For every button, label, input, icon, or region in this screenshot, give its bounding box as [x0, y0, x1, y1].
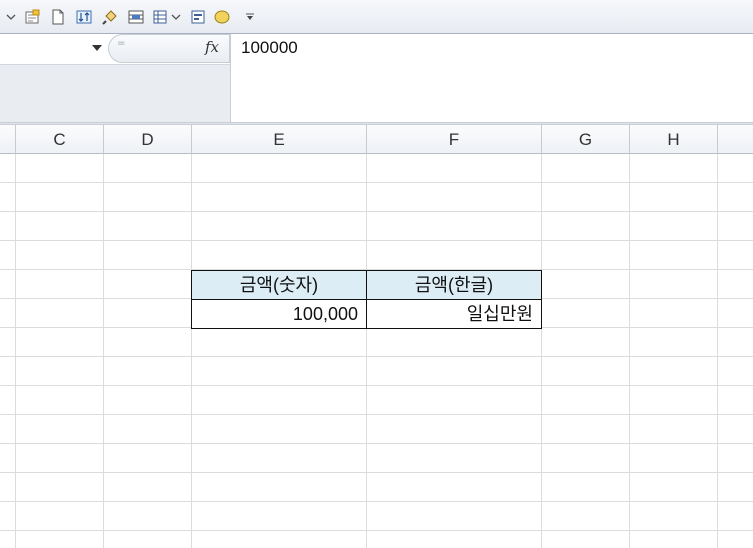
column-header-f[interactable]: F [367, 125, 542, 154]
sort-icon[interactable] [76, 9, 92, 25]
column-header-c[interactable]: C [16, 125, 104, 154]
column-header-i[interactable] [718, 125, 753, 154]
value-korean: 일십만원 [466, 304, 533, 324]
formula-input[interactable]: 100000 [230, 34, 753, 122]
format-painter-icon[interactable] [102, 9, 118, 25]
new-comment-icon[interactable] [24, 9, 40, 25]
table-dropdown-icon[interactable] [153, 9, 169, 25]
quick-access-toolbar [0, 0, 753, 34]
column-header-e[interactable]: E [192, 125, 367, 154]
cell-f-header[interactable]: 금액(한글) [366, 270, 542, 300]
header-amount-numeric: 금액(숫자) [239, 275, 319, 295]
merge-icon[interactable] [128, 9, 144, 25]
cell-f-value[interactable]: 일십만원 [366, 299, 542, 329]
column-header-g[interactable]: G [542, 125, 630, 154]
shape-icon[interactable] [214, 9, 230, 25]
column-header-b[interactable] [0, 125, 16, 154]
cell-e-header[interactable]: 금액(숫자) [191, 270, 367, 300]
form-icon[interactable] [190, 9, 206, 25]
name-box-dropdown-icon[interactable] [92, 45, 102, 51]
new-document-icon[interactable] [50, 9, 66, 25]
insert-function-icon[interactable]: fx [205, 38, 219, 56]
value-numeric: 100,000 [292, 304, 358, 324]
undo-dropdown-icon[interactable] [6, 13, 16, 21]
equals-icon[interactable]: = [117, 38, 125, 49]
column-header-h[interactable]: H [630, 125, 718, 154]
customize-dropdown-icon[interactable] [245, 13, 255, 21]
name-box[interactable] [0, 34, 108, 64]
formula-bar-left-pane [0, 64, 230, 123]
formula-controls: = fx [108, 34, 230, 63]
cell-grid[interactable] [0, 154, 753, 548]
column-header-d[interactable]: D [104, 125, 192, 154]
chevron-down-icon[interactable] [171, 13, 181, 21]
header-amount-korean: 금액(한글) [414, 275, 494, 295]
cell-e-value[interactable]: 100,000 [191, 299, 367, 329]
formula-value: 100000 [241, 38, 298, 57]
